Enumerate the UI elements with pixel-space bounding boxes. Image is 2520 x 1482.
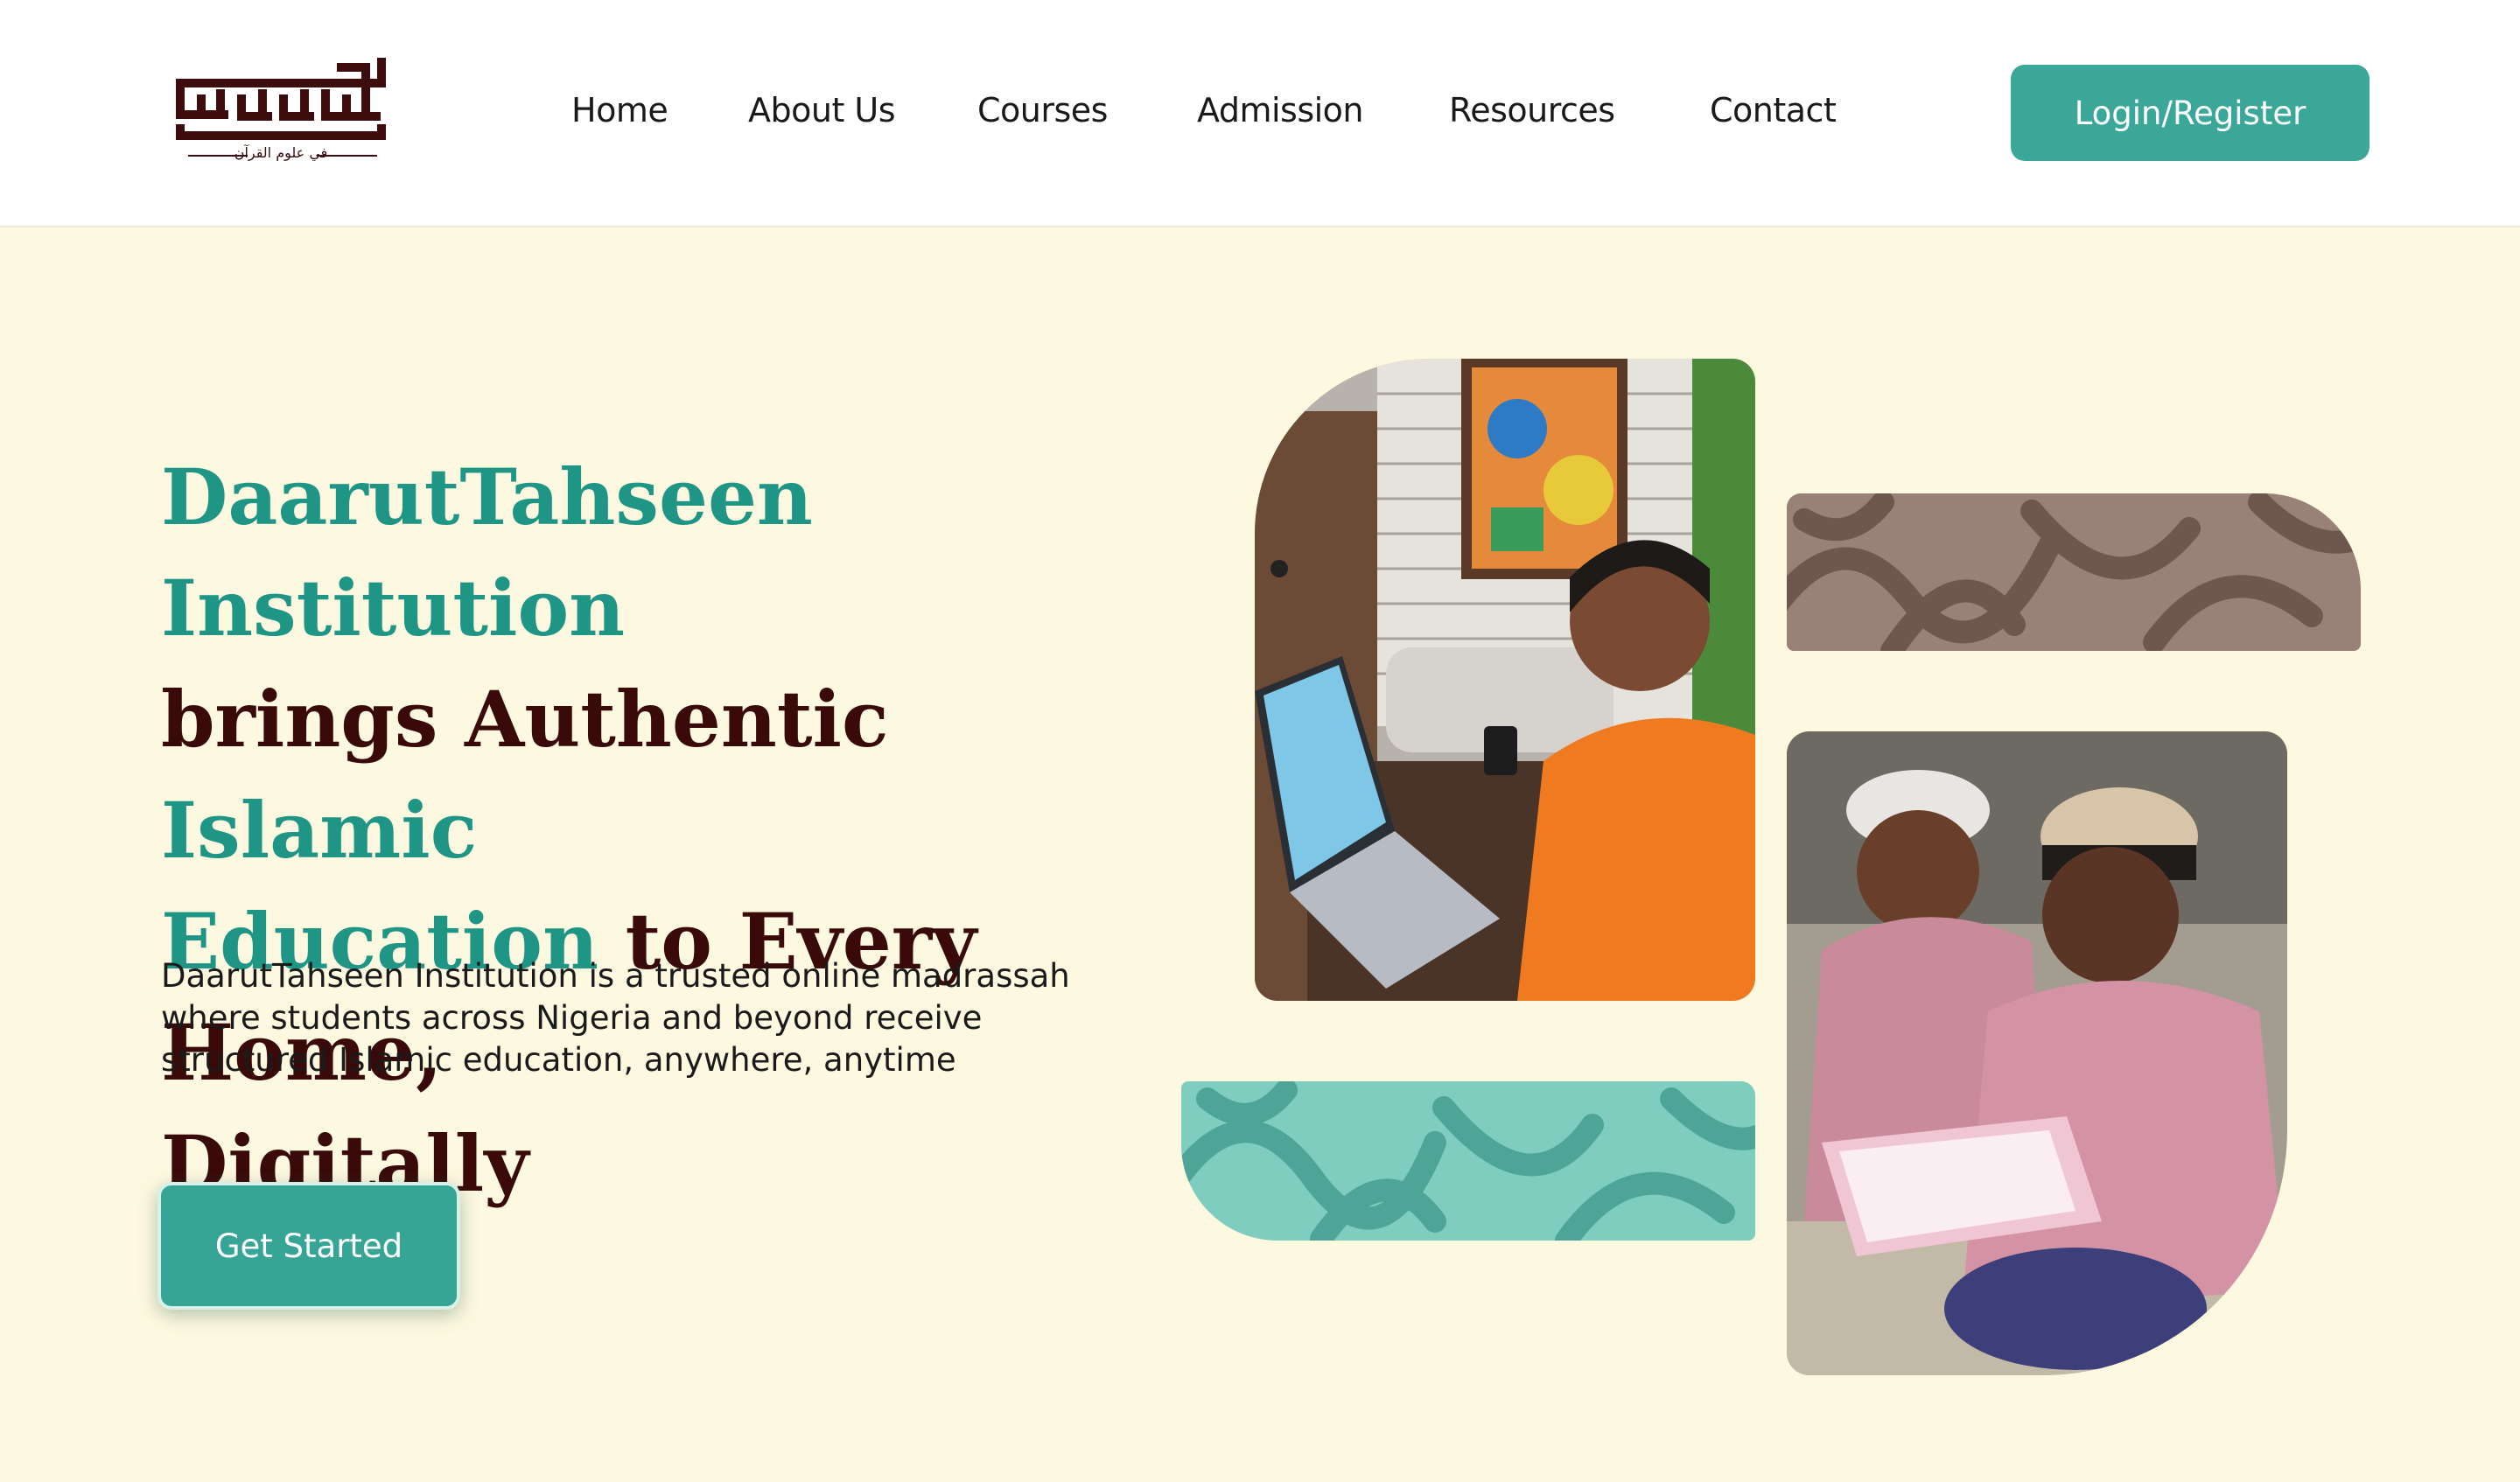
hero-description: DaarutTahseen Institution is a trusted o… bbox=[161, 957, 1070, 1079]
headline-part: Islamic bbox=[161, 785, 478, 876]
login-register-button[interactable]: Login/Register bbox=[2011, 65, 2370, 161]
headline-part: DaarutTahseen Institution bbox=[161, 451, 813, 654]
hero-headline: DaarutTahseen Institution brings Authent… bbox=[161, 442, 1211, 1220]
calligraphy-pattern-teal bbox=[1181, 1081, 1755, 1241]
nav-about-us[interactable]: About Us bbox=[748, 91, 896, 129]
nav-home[interactable]: Home bbox=[571, 91, 668, 129]
student-laptop-photo bbox=[1255, 359, 1755, 1001]
calligraphy-pattern-brown bbox=[1787, 493, 2361, 651]
logo-caption: في علوم القرآن bbox=[234, 144, 328, 161]
nav-admission[interactable]: Admission bbox=[1197, 91, 1364, 129]
students-reading-quran-photo bbox=[1787, 731, 2287, 1375]
nav-courses[interactable]: Courses bbox=[977, 91, 1108, 129]
headline-part: brings Authentic bbox=[161, 674, 889, 765]
site-header: في علوم القرآن Home About Us Courses Adm… bbox=[0, 0, 2520, 227]
get-started-button[interactable]: Get Started bbox=[158, 1182, 460, 1310]
nav-contact[interactable]: Contact bbox=[1710, 91, 1837, 129]
nav-resources[interactable]: Resources bbox=[1449, 91, 1615, 129]
